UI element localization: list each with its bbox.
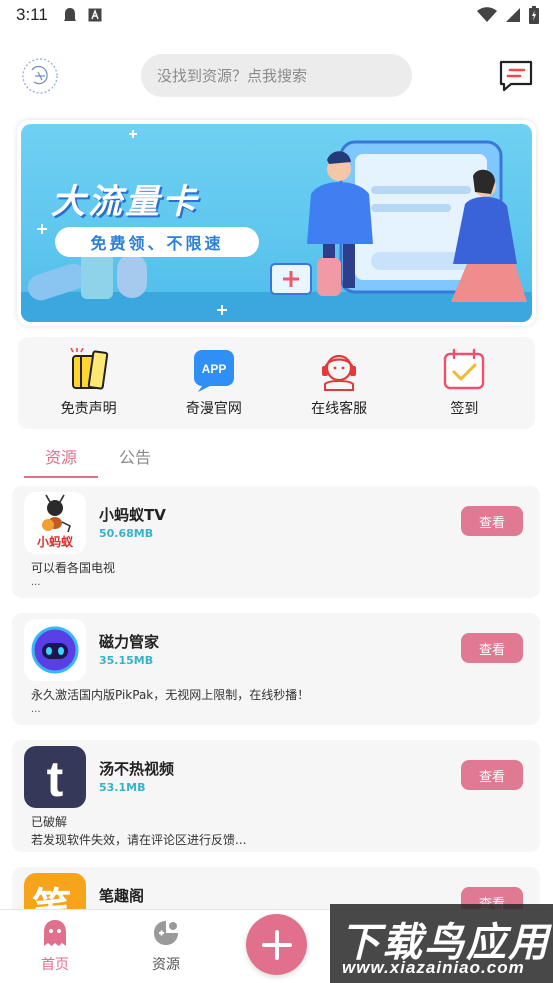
description-ellipsis: ... bbox=[31, 704, 41, 715]
system-icons bbox=[477, 6, 539, 24]
nav-resources[interactable]: 资源 bbox=[136, 918, 196, 974]
view-button[interactable]: 查看 bbox=[461, 506, 523, 536]
header: 没找到资源？点我搜索 bbox=[0, 50, 553, 102]
app-icon-label: 小蚂蚁 bbox=[37, 534, 74, 549]
status-bar: 3:11 bbox=[0, 0, 553, 30]
app-icon-xiaomayi: 小蚂蚁 bbox=[24, 492, 86, 554]
customer-service-icon bbox=[322, 354, 357, 391]
quick-actions: 免责声明 APP 奇漫官网 在线客服 签到 bbox=[18, 337, 535, 429]
banner-title: 大流量卡 bbox=[51, 183, 199, 221]
a-notification-icon bbox=[88, 8, 102, 22]
wifi-icon bbox=[477, 7, 497, 22]
status-time: 3:11 bbox=[16, 5, 48, 24]
quick-label-disclaimer: 免责声明 bbox=[60, 401, 117, 417]
app-name: 笔趣阁 bbox=[99, 887, 145, 905]
app-icon: APP bbox=[193, 350, 234, 392]
quick-item-disclaimer[interactable]: 免责声明 bbox=[34, 348, 144, 418]
view-button[interactable]: 查看 bbox=[461, 760, 523, 790]
app-logo-icon bbox=[22, 58, 58, 94]
nav-home[interactable]: 首页 bbox=[25, 918, 85, 974]
app-description-line2: 若发现软件失效，请在评论区进行反馈... bbox=[31, 833, 247, 847]
quick-label-official-site: 奇漫官网 bbox=[185, 401, 242, 417]
quick-label-customer-service: 在线客服 bbox=[311, 401, 368, 417]
app-name: 小蚂蚁TV bbox=[99, 506, 166, 524]
nav-home-label: 首页 bbox=[41, 957, 69, 973]
watermark-url: www.xiazainiao.com bbox=[342, 958, 525, 977]
promo-banner[interactable]: 大流量卡 免费领、不限速 bbox=[17, 120, 536, 326]
app-icon-tumblr: t bbox=[24, 746, 86, 808]
plus-icon bbox=[261, 929, 292, 960]
banner-image: 大流量卡 免费领、不限速 bbox=[21, 124, 532, 322]
description-ellipsis: ... bbox=[31, 577, 41, 588]
book-icon bbox=[69, 348, 108, 390]
message-icon[interactable] bbox=[498, 58, 534, 94]
nav-resources-label: 资源 bbox=[152, 957, 180, 973]
quick-item-customer-service[interactable]: 在线客服 bbox=[284, 348, 394, 418]
app-size: 35.15MB bbox=[99, 654, 154, 667]
watermark: 下载鸟应用 www.xiazainiao.com bbox=[330, 904, 553, 983]
banner-subtitle: 免费领、不限速 bbox=[55, 227, 259, 257]
app-icon-text: APP bbox=[202, 362, 227, 376]
content-tabs: 资源 公告 bbox=[24, 438, 172, 478]
app-icon-cili bbox=[24, 619, 86, 681]
calendar-check-icon bbox=[444, 348, 485, 390]
view-button[interactable]: 查看 bbox=[461, 633, 523, 663]
list-item[interactable]: 小蚂蚁 小蚂蚁TV 50.68MB 查看 可以看各国电视 ... bbox=[12, 486, 540, 598]
tab-announcements[interactable]: 公告 bbox=[98, 438, 172, 478]
app-name: 磁力管家 bbox=[99, 633, 160, 651]
ghost-home-icon bbox=[44, 920, 66, 946]
app-description: 已破解 bbox=[31, 815, 68, 829]
tab-resources[interactable]: 资源 bbox=[24, 438, 98, 478]
app-description: 永久激活国内版PikPak，无视网上限制，在线秒播！ bbox=[31, 688, 310, 702]
add-button[interactable] bbox=[246, 914, 307, 975]
quick-item-checkin[interactable]: 签到 bbox=[409, 348, 519, 418]
ghost-notification-icon bbox=[63, 8, 76, 21]
search-input[interactable]: 没找到资源？点我搜索 bbox=[141, 54, 412, 97]
notification-icons bbox=[62, 7, 102, 23]
list-item[interactable]: 磁力管家 35.15MB 查看 永久激活国内版PikPak，无视网上限制，在线秒… bbox=[12, 613, 540, 725]
quick-label-checkin: 签到 bbox=[450, 401, 479, 417]
banner-illustration bbox=[21, 130, 532, 322]
search-placeholder: 没找到资源？点我搜索 bbox=[157, 67, 308, 85]
signal-icon bbox=[506, 8, 520, 22]
app-name: 汤不热视频 bbox=[99, 760, 175, 778]
tumblr-letter: t bbox=[47, 751, 64, 807]
app-description: 可以看各国电视 bbox=[31, 561, 116, 575]
battery-icon bbox=[529, 6, 539, 24]
app-size: 50.68MB bbox=[99, 527, 154, 540]
list-item[interactable]: t 汤不热视频 53.1MB 查看 已破解 若发现软件失效，请在评论区进行反馈.… bbox=[12, 740, 540, 852]
gamepad-icon bbox=[154, 921, 178, 945]
app-size: 53.1MB bbox=[99, 781, 146, 794]
quick-item-official-site[interactable]: APP 奇漫官网 bbox=[159, 348, 269, 418]
